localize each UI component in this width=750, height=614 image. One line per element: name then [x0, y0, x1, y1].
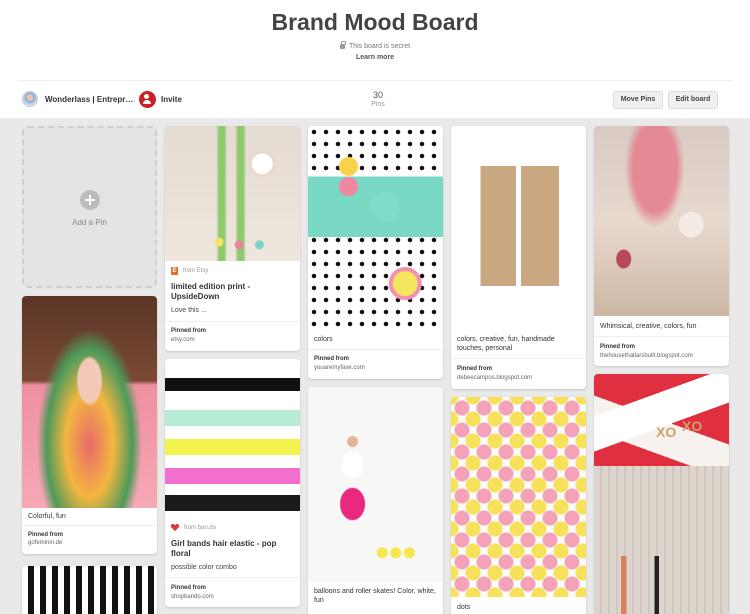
move-pins-button[interactable]: Move Pins [613, 91, 663, 109]
invite-button[interactable]: Invite [139, 91, 182, 108]
edit-board-button[interactable]: Edit board [668, 91, 718, 109]
add-pin-tile[interactable]: Add a Pin [22, 126, 157, 288]
pinned-from-source[interactable]: debeecampos.blogspot.com [457, 375, 532, 381]
pin-note: Love this ... [171, 307, 207, 314]
pinned-from-label: Pinned from [28, 532, 64, 538]
pin-card[interactable]: Efrom Etsy limited edition print - Upsid… [165, 126, 300, 351]
pin-description: colors, creative, fun, handmade touches,… [457, 336, 555, 352]
source-site[interactable]: Efrom Etsy [171, 267, 208, 275]
pin-image[interactable] [308, 387, 443, 582]
source-site-label: from ban.do [184, 525, 217, 531]
pin-description: colors [314, 336, 333, 343]
lock-icon [339, 41, 346, 49]
pinned-from-label: Pinned from [314, 356, 350, 362]
board-title: Brand Mood Board [271, 9, 479, 35]
pinned-from-label: Pinned from [171, 328, 207, 334]
pinned-from-label: Pinned from [457, 366, 493, 372]
pin-image[interactable] [308, 126, 443, 328]
pin-card[interactable]: Whimsical, creative, colors, fun Pinned … [594, 126, 729, 366]
pin-card[interactable]: colors Pinned from youaremyfave.com [308, 126, 443, 379]
source-site-label: from Etsy [183, 268, 209, 274]
invite-label: Invite [161, 95, 182, 104]
pinned-from-source[interactable]: shopbando.com [171, 594, 214, 600]
xo-text: XO [682, 418, 703, 434]
pin-image[interactable] [594, 466, 729, 614]
pin-image[interactable] [22, 566, 157, 614]
avatar [22, 91, 38, 107]
pins-count[interactable]: 30 [358, 90, 398, 100]
pinned-from-label: Pinned from [171, 585, 207, 591]
pinned-from-label: Pinned from [600, 344, 636, 350]
pin-image[interactable] [165, 359, 300, 519]
etsy-icon: E [171, 267, 178, 275]
pinned-from-source[interactable]: youaremyfave.com [314, 365, 365, 371]
divider [308, 349, 443, 350]
pin-card[interactable] [22, 566, 157, 614]
divider [594, 336, 729, 337]
pin-card[interactable]: colors, creative, fun, handmade touches,… [451, 126, 586, 389]
pin-description: dots [457, 604, 471, 611]
pin-note: possible color combo [171, 564, 237, 571]
heart-icon [171, 524, 179, 532]
pin-image[interactable] [451, 397, 586, 597]
pinned-from-source[interactable]: gofeminin.de [28, 540, 62, 546]
divider [165, 321, 300, 322]
pin-card[interactable]: from ban.do Girl bands hair elastic - po… [165, 359, 300, 607]
pin-description: Colorful, fun [28, 513, 66, 520]
owner-name: Wonderlass | Entrepr… [45, 94, 134, 104]
pinned-from-source[interactable]: etsy.com [171, 337, 195, 343]
plus-icon [80, 190, 100, 210]
learn-more-link[interactable]: Learn more [0, 54, 750, 61]
secret-notice: This board is secret [0, 41, 750, 50]
secret-text: This board is secret [348, 43, 411, 50]
pin-title[interactable]: limited edition print - UpsideDown [171, 282, 294, 302]
pin-card[interactable]: balloons and roller skates! Color, white… [308, 387, 443, 614]
board-owner[interactable]: Wonderlass | Entrepr… [22, 91, 133, 107]
pin-card[interactable]: XO XO [594, 374, 729, 614]
pin-image[interactable] [165, 126, 300, 261]
divider [22, 525, 157, 526]
pin-image[interactable] [22, 296, 157, 508]
pins-label: Pins [371, 101, 385, 108]
pin-description: balloons and roller skates! Color, white… [314, 588, 436, 604]
add-pin-label: Add a Pin [72, 218, 107, 227]
pin-card[interactable]: dots [451, 397, 586, 614]
pin-description: Whimsical, creative, colors, fun [600, 323, 697, 330]
source-site[interactable]: from ban.do [171, 524, 216, 532]
pin-image[interactable] [451, 126, 586, 329]
pin-card[interactable]: Colorful, fun Pinned from gofeminin.de [22, 296, 157, 554]
divider [165, 577, 300, 578]
divider [451, 358, 586, 359]
pin-image[interactable]: XO XO [594, 374, 729, 466]
pin-image[interactable] [594, 126, 729, 316]
pin-title[interactable]: Girl bands hair elastic - pop floral [171, 539, 294, 559]
board-toolbar: Wonderlass | Entrepr… Invite 30 Pins Mov… [18, 80, 733, 118]
pinned-from-source[interactable]: thehousethatlarsbuilt.blogspot.com [600, 353, 693, 359]
board-header: Brand Mood Board This board is secret Le… [0, 0, 750, 118]
add-user-icon [139, 91, 156, 108]
xo-text: XO [656, 424, 677, 440]
